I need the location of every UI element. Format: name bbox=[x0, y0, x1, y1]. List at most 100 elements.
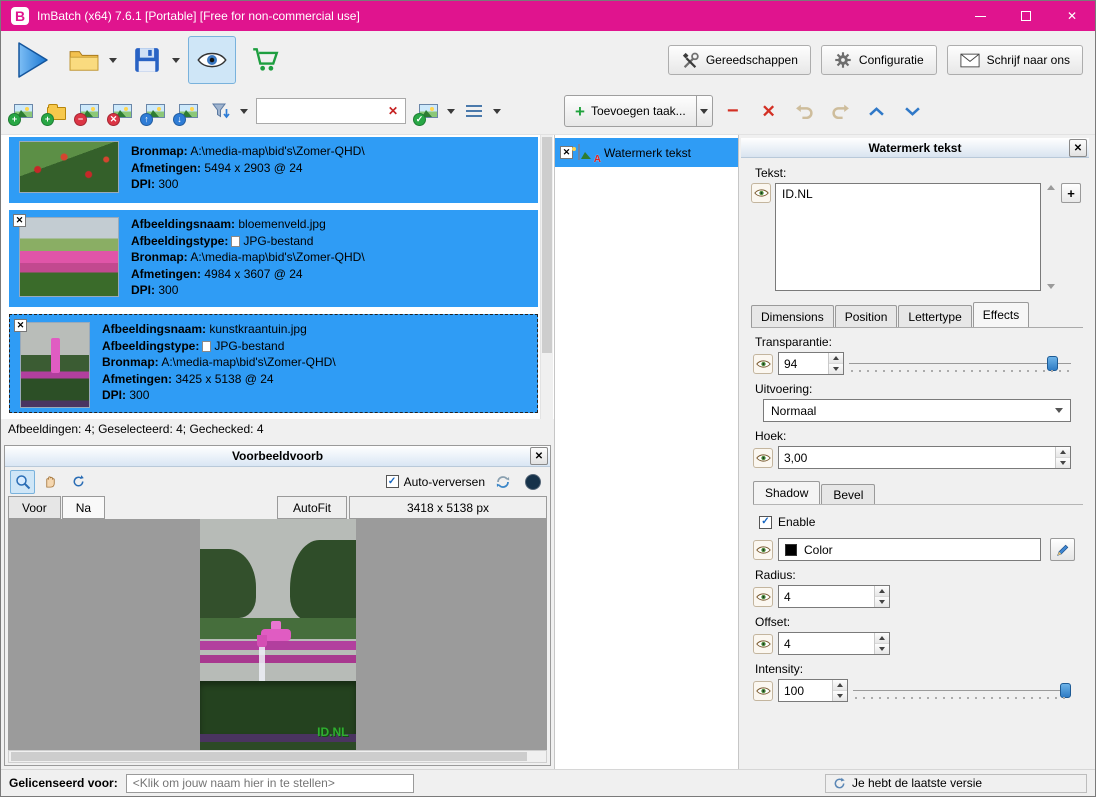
logo-letter: B bbox=[15, 8, 25, 24]
radius-input[interactable] bbox=[779, 586, 874, 607]
tab-dimensions[interactable]: Dimensions bbox=[751, 305, 834, 327]
contact-button[interactable]: Schrijf naar ons bbox=[947, 45, 1083, 75]
remove-all-images-button[interactable]: ✕ bbox=[106, 94, 138, 128]
minimize-button[interactable] bbox=[957, 1, 1003, 31]
redo-button[interactable] bbox=[825, 94, 857, 128]
text-lines-spinner[interactable] bbox=[1045, 183, 1057, 291]
open-button[interactable] bbox=[62, 36, 106, 84]
uitvoering-select[interactable]: Normaal bbox=[763, 399, 1071, 422]
move-task-up-button[interactable] bbox=[861, 94, 893, 128]
file-list-item[interactable]: Bronmap: A:\media-map\bid's\Zomer-QHD\ A… bbox=[9, 137, 538, 203]
preview-title: Voorbeeldvoorb bbox=[232, 449, 323, 463]
preview-close-button[interactable]: ✕ bbox=[530, 447, 548, 465]
item-checkbox[interactable]: ✕ bbox=[13, 214, 26, 227]
file-list-item[interactable]: ✕ Afbeeldingsnaam: bloemenveld.jpg Afbee… bbox=[9, 210, 538, 307]
intensity-visibility-toggle[interactable] bbox=[753, 681, 773, 701]
remove-image-button[interactable]: − bbox=[73, 94, 105, 128]
tab-before[interactable]: Voor bbox=[8, 496, 61, 519]
open-dropdown[interactable] bbox=[106, 36, 120, 84]
hoek-visibility-toggle[interactable] bbox=[753, 448, 773, 468]
move-task-down-button[interactable] bbox=[897, 94, 929, 128]
version-status[interactable]: Je hebt de laatste versie bbox=[825, 774, 1087, 793]
remove-all-tasks-button[interactable]: ✕ bbox=[753, 94, 785, 128]
tools-button[interactable]: Gereedschappen bbox=[668, 45, 811, 75]
rotate-button[interactable] bbox=[66, 470, 91, 494]
run-tasks-button[interactable] bbox=[9, 36, 57, 84]
preview-canvas[interactable]: ID.NL bbox=[8, 519, 547, 750]
watermark-text-input[interactable]: ID.NL bbox=[775, 183, 1041, 291]
color-visibility-toggle[interactable] bbox=[753, 540, 773, 560]
move-image-down-button[interactable]: ↓ bbox=[172, 94, 204, 128]
pan-button[interactable] bbox=[38, 470, 63, 494]
offset-input[interactable] bbox=[779, 633, 874, 654]
properties-close-button[interactable]: ✕ bbox=[1069, 139, 1087, 157]
slider-handle[interactable] bbox=[1060, 683, 1071, 698]
shadow-color-select[interactable]: Color bbox=[778, 538, 1041, 561]
properties-body: Tekst: ID.NL + Dimensions Position Lette… bbox=[741, 158, 1091, 769]
auto-refresh-checkbox[interactable]: ✓ bbox=[386, 475, 399, 488]
item-checkbox[interactable]: ✕ bbox=[14, 319, 27, 332]
transparantie-slider[interactable] bbox=[849, 353, 1071, 375]
move-image-up-button[interactable]: ↑ bbox=[139, 94, 171, 128]
spinner-arrows[interactable] bbox=[828, 353, 843, 374]
tab-lettertype[interactable]: Lettertype bbox=[898, 305, 971, 327]
scrollbar-thumb[interactable] bbox=[542, 137, 552, 353]
sort-button[interactable] bbox=[205, 94, 237, 128]
task-list-item[interactable]: ✕ A Watermerk tekst bbox=[555, 138, 738, 167]
transparantie-input[interactable] bbox=[779, 353, 828, 374]
intensity-spinner bbox=[778, 679, 848, 702]
preview-toggle-button[interactable] bbox=[188, 36, 236, 84]
view-options-button[interactable] bbox=[458, 94, 490, 128]
offset-visibility-toggle[interactable] bbox=[753, 634, 773, 654]
add-folder-button[interactable]: + bbox=[40, 94, 72, 128]
enable-checkbox[interactable]: ✓ bbox=[759, 516, 772, 529]
add-text-button[interactable]: + bbox=[1061, 183, 1081, 203]
shop-button[interactable] bbox=[241, 36, 289, 84]
license-input[interactable] bbox=[126, 774, 414, 793]
intensity-input[interactable] bbox=[779, 680, 832, 701]
spinner-arrows[interactable] bbox=[1055, 447, 1070, 468]
tab-effects[interactable]: Effects bbox=[973, 302, 1029, 327]
view-options-dropdown[interactable] bbox=[490, 94, 503, 128]
add-task-button[interactable]: + Toevoegen taak... bbox=[564, 95, 697, 127]
tab-shadow[interactable]: Shadow bbox=[753, 481, 820, 504]
hoek-input[interactable] bbox=[779, 447, 1055, 468]
tab-position[interactable]: Position bbox=[835, 305, 898, 327]
view-options-split-button bbox=[458, 94, 503, 128]
tekst-visibility-toggle[interactable] bbox=[751, 183, 771, 203]
left-column: Bronmap: A:\media-map\bid's\Zomer-QHD\ A… bbox=[1, 135, 555, 769]
autofit-button[interactable]: AutoFit bbox=[277, 496, 347, 519]
file-list-scrollbar[interactable] bbox=[540, 135, 553, 419]
color-picker-button[interactable] bbox=[1050, 538, 1075, 561]
remove-task-button[interactable]: − bbox=[717, 94, 749, 128]
spinner-arrows[interactable] bbox=[874, 633, 889, 654]
save-button[interactable] bbox=[125, 36, 169, 84]
slider-handle[interactable] bbox=[1047, 356, 1058, 371]
add-task-dropdown[interactable] bbox=[697, 95, 713, 127]
preview-hscrollbar[interactable] bbox=[8, 750, 547, 763]
intensity-slider[interactable] bbox=[853, 680, 1071, 702]
undo-button[interactable] bbox=[789, 94, 821, 128]
spinner-arrows[interactable] bbox=[832, 680, 847, 701]
check-images-button[interactable]: ✓ bbox=[412, 94, 444, 128]
add-images-button[interactable]: + bbox=[7, 94, 39, 128]
transparantie-visibility-toggle[interactable] bbox=[753, 354, 773, 374]
scrollbar-thumb[interactable] bbox=[11, 752, 527, 761]
sort-dropdown[interactable] bbox=[237, 94, 250, 128]
check-images-dropdown[interactable] bbox=[444, 94, 457, 128]
file-list-item[interactable]: ✕ Afbeeldingsnaam: kunstkraantuin.jpg Af… bbox=[9, 314, 538, 413]
spinner-arrows[interactable] bbox=[874, 586, 889, 607]
tab-bevel[interactable]: Bevel bbox=[821, 484, 875, 504]
save-dropdown[interactable] bbox=[169, 36, 183, 84]
maximize-button[interactable] bbox=[1003, 1, 1049, 31]
search-clear-icon[interactable]: ✕ bbox=[381, 104, 405, 118]
radius-visibility-toggle[interactable] bbox=[753, 587, 773, 607]
background-color-button[interactable] bbox=[520, 470, 545, 494]
close-button[interactable]: ✕ bbox=[1049, 1, 1095, 31]
secondary-toolbar: + + − ✕ ↑ ↓ ✕ ✓ + Toevoegen taak... bbox=[1, 89, 1095, 135]
config-button[interactable]: Configuratie bbox=[821, 45, 937, 75]
zoom-button[interactable] bbox=[10, 470, 35, 494]
refresh-button[interactable] bbox=[490, 470, 515, 494]
tab-after[interactable]: Na bbox=[62, 496, 105, 519]
search-input[interactable] bbox=[257, 104, 381, 118]
